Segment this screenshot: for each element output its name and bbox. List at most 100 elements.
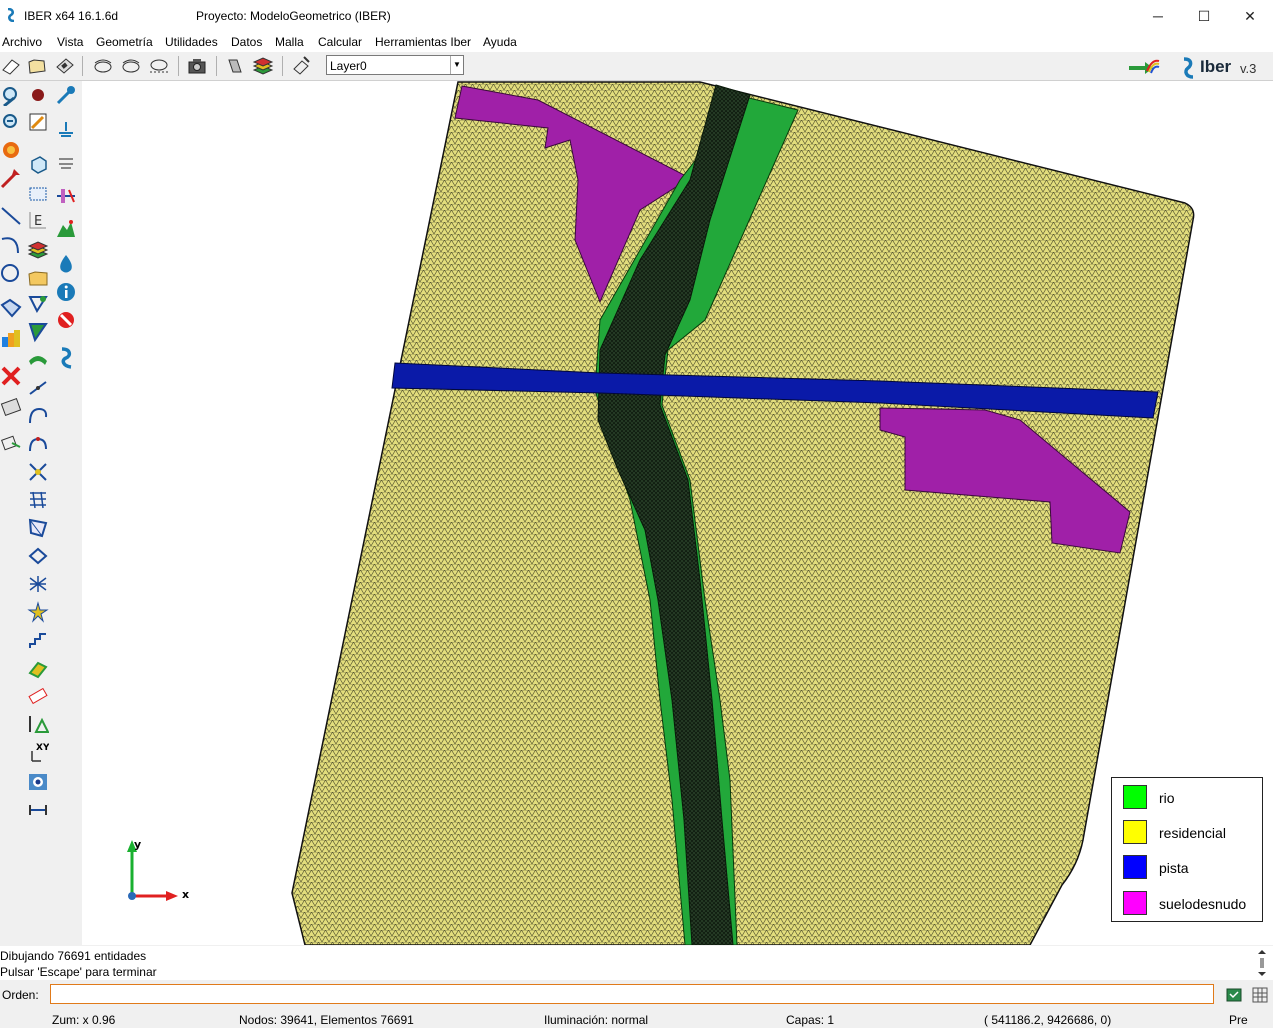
layers-icon[interactable] (252, 55, 274, 77)
circle-icon[interactable] (0, 261, 22, 283)
layer-select[interactable]: Layer0 ▼ (326, 55, 464, 75)
internal-condition-icon[interactable] (55, 185, 77, 207)
stairs-icon[interactable] (27, 629, 49, 651)
chevron-down-icon[interactable]: ▼ (450, 56, 463, 74)
pan-icon[interactable] (0, 167, 22, 189)
ruler-icon[interactable] (27, 685, 49, 707)
inlet-condition-icon[interactable] (55, 119, 77, 141)
delete-icon[interactable] (0, 365, 22, 387)
zoom-frame-icon[interactable] (148, 55, 170, 77)
legend-label: residencial (1159, 825, 1226, 841)
select-box-icon[interactable] (27, 183, 49, 205)
curve-split-icon[interactable] (27, 433, 49, 455)
rainbow-arrow-icon[interactable] (1127, 55, 1161, 77)
measure-angle-icon[interactable] (27, 713, 49, 735)
point-icon[interactable] (27, 84, 49, 106)
info-icon[interactable] (55, 281, 77, 303)
menu-malla[interactable]: Malla (275, 35, 304, 49)
close-button[interactable]: ✕ (1227, 0, 1273, 32)
menu-calcular[interactable]: Calcular (318, 35, 362, 49)
pipette-icon[interactable] (55, 84, 77, 106)
message-line-1: Dibujando 76691 entidades (0, 949, 147, 963)
edit-layer-icon[interactable] (290, 55, 312, 77)
toolbar-separator (82, 56, 83, 76)
minimize-icon: ─ (1153, 8, 1163, 24)
profile-icon[interactable] (27, 657, 49, 679)
command-input[interactable] (50, 984, 1214, 1004)
curve-edit-icon[interactable] (27, 405, 49, 427)
iber-tool-icon[interactable] (55, 347, 77, 369)
legend-label: rio (1159, 790, 1175, 806)
status-mode: Pre (1229, 1013, 1248, 1027)
outlet-condition-icon[interactable] (55, 151, 77, 173)
arc-icon[interactable] (0, 233, 22, 255)
maximize-button[interactable]: ☐ (1181, 0, 1227, 32)
message-area: Dibujando 76691 entidades Pulsar 'Escape… (0, 946, 1273, 980)
zoom-out-icon[interactable] (120, 55, 142, 77)
app-title: IBER x64 16.1.6d (24, 9, 119, 23)
water-drop-icon[interactable] (55, 253, 77, 275)
menu-archivo[interactable]: Archivo (2, 35, 42, 49)
axis-y-label: y (134, 838, 141, 851)
open-folder-icon[interactable] (26, 55, 48, 77)
menu-vista[interactable]: Vista (57, 35, 83, 49)
structured-mesh-icon[interactable] (27, 489, 49, 511)
volume-icon[interactable] (27, 153, 49, 175)
nurbs-surface-icon[interactable] (27, 349, 49, 371)
toolbar-separator (178, 56, 179, 76)
layers-icon[interactable] (27, 239, 49, 261)
status-layers: Capas: 1 (786, 1013, 835, 1027)
contour-icon[interactable] (27, 545, 49, 567)
menu-utilidades[interactable]: Utilidades (165, 35, 218, 49)
project-title: Proyecto: ModeloGeometrico (IBER) (196, 9, 391, 23)
stop-icon[interactable] (55, 309, 77, 331)
info-point-icon[interactable] (27, 771, 49, 793)
status-lighting: Iluminación: normal (544, 1013, 649, 1027)
minimize-button[interactable]: ─ (1135, 0, 1181, 32)
colors-icon[interactable] (0, 327, 22, 349)
menu-datos[interactable]: Datos (231, 35, 262, 49)
line-icon[interactable] (0, 205, 22, 227)
network-icon[interactable] (27, 573, 49, 595)
save-icon[interactable] (54, 55, 76, 77)
legend-swatch (1123, 855, 1147, 879)
status-coordinates: ( 541186.2, 9426686, 0) (984, 1013, 1112, 1027)
command-history-icon[interactable] (1225, 986, 1243, 1004)
zoom-out-icon[interactable] (0, 111, 22, 133)
toolbar-separator (282, 56, 283, 76)
iber-logo-icon (1183, 57, 1194, 79)
menu-herramientas-iber[interactable]: Herramientas Iber (375, 35, 471, 49)
mesh-assign-icon[interactable] (27, 293, 49, 315)
rotate-icon[interactable] (0, 139, 22, 161)
join-lines-icon[interactable] (27, 377, 49, 399)
surface-icon[interactable] (0, 297, 22, 319)
folder-icon[interactable] (27, 267, 49, 289)
message-scrollbar[interactable] (1256, 948, 1268, 978)
grid-icon[interactable] (1251, 986, 1269, 1004)
render-icon[interactable] (224, 55, 246, 77)
toolbar-separator (216, 56, 217, 76)
copy-icon[interactable] (0, 431, 22, 453)
svg-text:XY: XY (36, 743, 49, 753)
zoom-in-icon[interactable] (0, 84, 22, 106)
intersect-icon[interactable] (27, 461, 49, 483)
mesh-triangle-icon[interactable] (27, 321, 49, 343)
text-icon[interactable]: E (27, 209, 49, 231)
star-icon[interactable] (27, 601, 49, 623)
terrain-icon[interactable] (55, 217, 77, 239)
list-entities-icon[interactable] (0, 395, 22, 417)
menu-geometria[interactable]: Geometría (96, 35, 153, 49)
axis-x-label: x (182, 888, 189, 901)
zoom-in-icon[interactable] (92, 55, 114, 77)
iber-logo-text: Iber (1200, 57, 1232, 76)
legend-swatch (1123, 891, 1147, 915)
new-file-icon[interactable] (0, 55, 22, 77)
menu-ayuda[interactable]: Ayuda (483, 35, 517, 49)
distance-icon[interactable] (27, 799, 49, 821)
surface-mesh-icon[interactable] (27, 517, 49, 539)
graphics-viewport[interactable]: y x rio residencial pista suelodesnudo (82, 81, 1273, 945)
pencil-icon[interactable] (27, 111, 49, 133)
camera-icon[interactable] (186, 55, 208, 77)
legend-swatch (1123, 785, 1147, 809)
coordinates-xy-icon[interactable]: XY (27, 741, 49, 763)
